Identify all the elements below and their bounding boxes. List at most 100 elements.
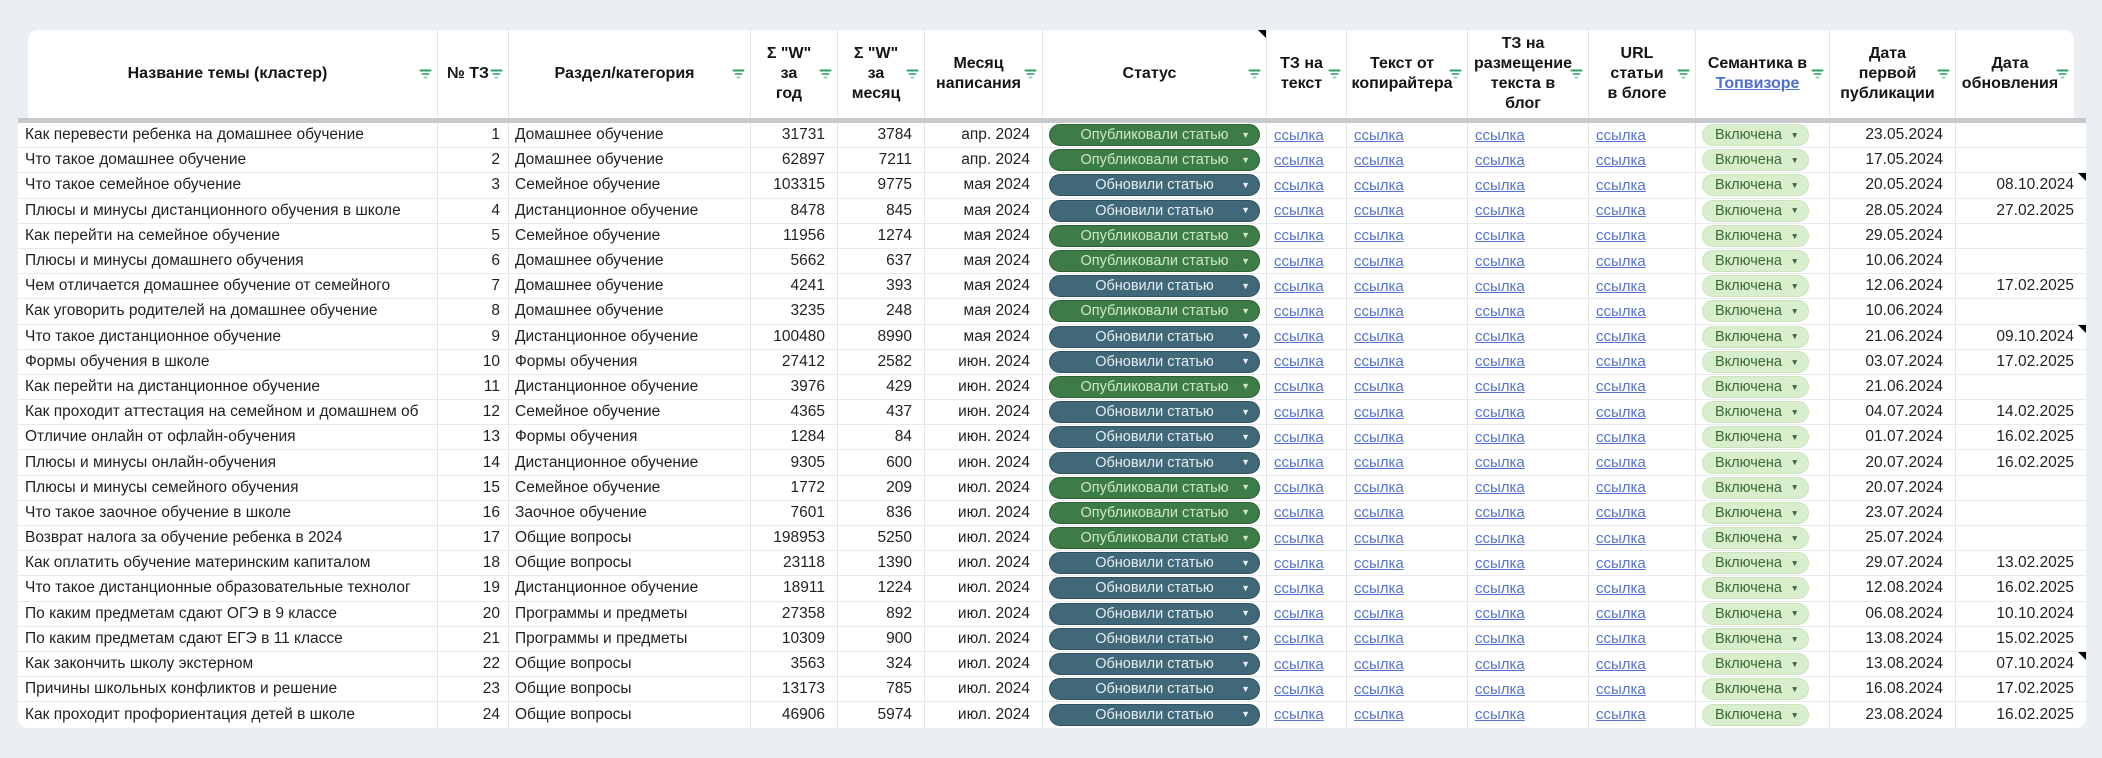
first-publication-date-cell[interactable]: 28.05.2024 <box>1830 199 1956 223</box>
copywriter-text-link[interactable]: ссылка <box>1354 580 1404 597</box>
article-url-link[interactable]: ссылка <box>1596 681 1646 698</box>
status-select[interactable]: Обновили статью▼ <box>1049 401 1260 423</box>
topic-cell[interactable]: По каким предметам сдают ЕГЭ в 11 классе <box>18 627 438 651</box>
month-written-cell[interactable]: мая 2024 <box>925 173 1043 197</box>
tz-number-cell[interactable]: 2 <box>438 148 509 172</box>
month-written-cell[interactable]: июн. 2024 <box>925 400 1043 424</box>
tz-text-link[interactable]: ссылка <box>1274 555 1324 572</box>
article-url-link[interactable]: ссылка <box>1596 177 1646 194</box>
tz-placement-link[interactable]: ссылка <box>1475 202 1525 219</box>
w-year-cell[interactable]: 3976 <box>751 375 838 399</box>
tz-text-link[interactable]: ссылка <box>1274 706 1324 723</box>
column-header-copywriter-text[interactable]: Текст от копирайтера <box>1347 30 1468 118</box>
w-year-cell[interactable]: 198953 <box>751 526 838 550</box>
tz-placement-link[interactable]: ссылка <box>1475 177 1525 194</box>
category-cell[interactable]: Общие вопросы <box>509 551 751 575</box>
status-select[interactable]: Опубликовали статью▼ <box>1049 124 1260 146</box>
topic-cell[interactable]: Плюсы и минусы онлайн-обучения <box>18 450 438 474</box>
w-month-cell[interactable]: 5974 <box>838 702 925 727</box>
copywriter-text-link[interactable]: ссылка <box>1354 479 1404 496</box>
w-year-cell[interactable]: 11956 <box>751 224 838 248</box>
tz-number-cell[interactable]: 21 <box>438 627 509 651</box>
topic-cell[interactable]: Чем отличается домашнее обучение от семе… <box>18 274 438 298</box>
tz-placement-link[interactable]: ссылка <box>1475 404 1525 421</box>
category-cell[interactable]: Домашнее обучение <box>509 274 751 298</box>
month-written-cell[interactable]: июн. 2024 <box>925 375 1043 399</box>
w-year-cell[interactable]: 7601 <box>751 501 838 525</box>
tz-number-cell[interactable]: 9 <box>438 325 509 349</box>
semantics-select[interactable]: Включена▼ <box>1702 603 1809 625</box>
w-month-cell[interactable]: 900 <box>838 627 925 651</box>
tz-text-link[interactable]: ссылка <box>1274 479 1324 496</box>
copywriter-text-link[interactable]: ссылка <box>1354 681 1404 698</box>
category-cell[interactable]: Общие вопросы <box>509 652 751 676</box>
tz-text-link[interactable]: ссылка <box>1274 227 1324 244</box>
status-select[interactable]: Обновили статью▼ <box>1049 351 1260 373</box>
first-publication-date-cell[interactable]: 21.06.2024 <box>1830 375 1956 399</box>
column-header-tz-placement[interactable]: ТЗ на размещение текста в блог <box>1468 30 1589 118</box>
copywriter-text-link[interactable]: ссылка <box>1354 555 1404 572</box>
update-date-cell[interactable]: 27.02.2025 <box>1956 199 2086 223</box>
month-written-cell[interactable]: мая 2024 <box>925 325 1043 349</box>
category-cell[interactable]: Общие вопросы <box>509 677 751 701</box>
month-written-cell[interactable]: июн. 2024 <box>925 425 1043 449</box>
semantics-select[interactable]: Включена▼ <box>1702 376 1809 398</box>
article-url-link[interactable]: ссылка <box>1596 656 1646 673</box>
first-publication-date-cell[interactable]: 04.07.2024 <box>1830 400 1956 424</box>
month-written-cell[interactable]: июл. 2024 <box>925 652 1043 676</box>
status-select[interactable]: Обновили статью▼ <box>1049 200 1260 222</box>
status-select[interactable]: Опубликовали статью▼ <box>1049 250 1260 272</box>
w-year-cell[interactable]: 46906 <box>751 702 838 727</box>
category-cell[interactable]: Семейное обучение <box>509 400 751 424</box>
w-year-cell[interactable]: 13173 <box>751 677 838 701</box>
category-cell[interactable]: Общие вопросы <box>509 526 751 550</box>
topic-cell[interactable]: Возврат налога за обучение ребенка в 202… <box>18 526 438 550</box>
category-cell[interactable]: Программы и предметы <box>509 627 751 651</box>
tz-text-link[interactable]: ссылка <box>1274 303 1324 320</box>
topic-cell[interactable]: Плюсы и минусы домашнего обучения <box>18 249 438 273</box>
w-month-cell[interactable]: 1274 <box>838 224 925 248</box>
month-written-cell[interactable]: мая 2024 <box>925 224 1043 248</box>
article-url-link[interactable]: ссылка <box>1596 353 1646 370</box>
w-year-cell[interactable]: 27358 <box>751 602 838 626</box>
w-year-cell[interactable]: 3563 <box>751 652 838 676</box>
month-written-cell[interactable]: мая 2024 <box>925 199 1043 223</box>
copywriter-text-link[interactable]: ссылка <box>1354 177 1404 194</box>
copywriter-text-link[interactable]: ссылка <box>1354 152 1404 169</box>
first-publication-date-cell[interactable]: 17.05.2024 <box>1830 148 1956 172</box>
copywriter-text-link[interactable]: ссылка <box>1354 278 1404 295</box>
category-cell[interactable]: Семейное обучение <box>509 476 751 500</box>
status-select[interactable]: Обновили статью▼ <box>1049 678 1260 700</box>
topic-cell[interactable]: Как оплатить обучение материнским капита… <box>18 551 438 575</box>
w-year-cell[interactable]: 4241 <box>751 274 838 298</box>
topic-cell[interactable]: Как уговорить родителей на домашнее обуч… <box>18 299 438 323</box>
w-month-cell[interactable]: 9775 <box>838 173 925 197</box>
first-publication-date-cell[interactable]: 23.05.2024 <box>1830 123 1956 147</box>
first-publication-date-cell[interactable]: 12.08.2024 <box>1830 576 1956 600</box>
status-select[interactable]: Обновили статью▼ <box>1049 653 1260 675</box>
article-url-link[interactable]: ссылка <box>1596 706 1646 723</box>
tz-placement-link[interactable]: ссылка <box>1475 630 1525 647</box>
update-date-cell[interactable]: 16.02.2025 <box>1956 425 2086 449</box>
filter-icon[interactable] <box>1024 69 1037 80</box>
month-written-cell[interactable]: июл. 2024 <box>925 627 1043 651</box>
copywriter-text-link[interactable]: ссылка <box>1354 127 1404 144</box>
status-select[interactable]: Обновили статью▼ <box>1049 174 1260 196</box>
tz-placement-link[interactable]: ссылка <box>1475 656 1525 673</box>
first-publication-date-cell[interactable]: 12.06.2024 <box>1830 274 1956 298</box>
update-date-cell[interactable]: 15.02.2025 <box>1956 627 2086 651</box>
status-select[interactable]: Обновили статью▼ <box>1049 426 1260 448</box>
first-publication-date-cell[interactable]: 16.08.2024 <box>1830 677 1956 701</box>
filter-icon[interactable] <box>419 69 432 80</box>
article-url-link[interactable]: ссылка <box>1596 404 1646 421</box>
update-date-cell[interactable] <box>1956 526 2086 550</box>
semantics-select[interactable]: Включена▼ <box>1702 200 1809 222</box>
topic-cell[interactable]: Как перевести ребенка на домашнее обучен… <box>18 123 438 147</box>
w-year-cell[interactable]: 62897 <box>751 148 838 172</box>
tz-number-cell[interactable]: 19 <box>438 576 509 600</box>
w-month-cell[interactable]: 324 <box>838 652 925 676</box>
column-header-category[interactable]: Раздел/категория <box>509 30 751 118</box>
first-publication-date-cell[interactable]: 21.06.2024 <box>1830 325 1956 349</box>
first-publication-date-cell[interactable]: 13.08.2024 <box>1830 652 1956 676</box>
category-cell[interactable]: Дистанционное обучение <box>509 199 751 223</box>
